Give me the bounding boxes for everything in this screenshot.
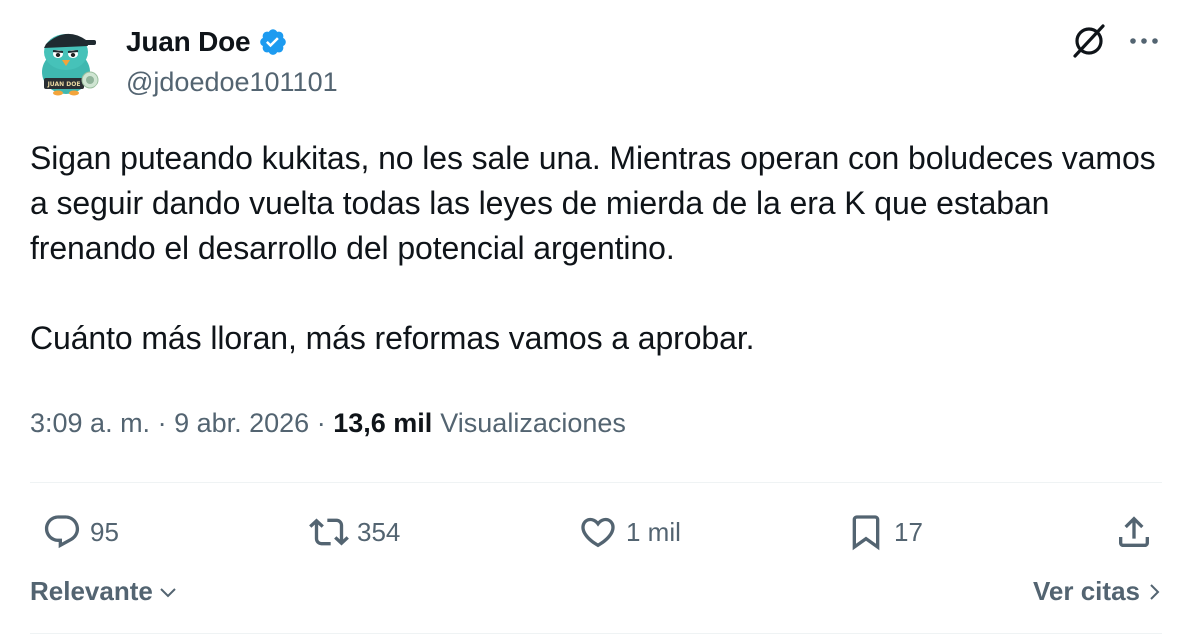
sort-replies-dropdown[interactable]: Relevante	[30, 576, 177, 607]
tweet-time[interactable]: 3:09 a. m.	[30, 408, 150, 439]
repost-count: 354	[357, 516, 401, 547]
divider	[30, 482, 1162, 483]
bookmark-button[interactable]: 17	[846, 508, 923, 556]
avatar[interactable]: JUAN DOE	[30, 22, 106, 98]
tweet-text: Sigan puteando kukitas, no les sale una.…	[30, 136, 1170, 361]
author-name-row[interactable]: Juan Doe	[126, 26, 288, 58]
repost-button[interactable]: 354	[309, 508, 400, 556]
more-icon[interactable]	[1128, 36, 1160, 46]
verified-badge-icon[interactable]	[258, 27, 288, 57]
views-label: Visualizaciones	[440, 408, 626, 438]
share-button[interactable]	[1114, 508, 1154, 556]
like-button[interactable]: 1 mil	[578, 508, 681, 556]
divider	[30, 633, 1162, 634]
quotes-label: Ver citas	[1033, 576, 1140, 606]
reply-icon	[44, 515, 80, 549]
meta-separator: ·	[309, 408, 334, 438]
tweet-paragraph: Sigan puteando kukitas, no les sale una.…	[30, 140, 1165, 266]
tweet-meta: 3:09 a. m. · 9 abr. 2026 · 13,6 mil Visua…	[30, 408, 626, 439]
meta-separator: ·	[150, 408, 175, 438]
share-icon	[1119, 516, 1149, 547]
tweet-paragraph: Cuánto más lloran, más reformas vamos a …	[30, 320, 755, 356]
author-handle[interactable]: @jdoedoe101101	[126, 67, 338, 98]
avatar-image: JUAN DOE	[30, 22, 106, 98]
tweet-top-actions	[1070, 22, 1160, 60]
grok-icon[interactable]	[1070, 22, 1108, 60]
author-display-name[interactable]: Juan Doe	[126, 26, 251, 58]
views-count: 13,6 mil	[333, 408, 433, 438]
heart-icon	[581, 517, 615, 548]
tweet-action-bar: 95 354 1 mil 17	[30, 508, 1162, 556]
view-quotes-link[interactable]: Ver citas	[1033, 576, 1160, 607]
like-count: 1 mil	[626, 516, 681, 547]
avatar-badge-text: JUAN DOE	[47, 81, 81, 88]
repost-icon	[309, 518, 349, 546]
tweet-date[interactable]: 9 abr. 2026	[174, 408, 309, 439]
bookmark-icon	[852, 515, 880, 551]
chevron-right-icon	[1150, 583, 1160, 600]
reply-button[interactable]: 95	[42, 508, 119, 556]
chevron-down-icon	[160, 587, 176, 597]
sort-label: Relevante	[30, 576, 153, 606]
bookmark-count: 17	[894, 516, 923, 547]
reply-count: 95	[90, 516, 119, 547]
